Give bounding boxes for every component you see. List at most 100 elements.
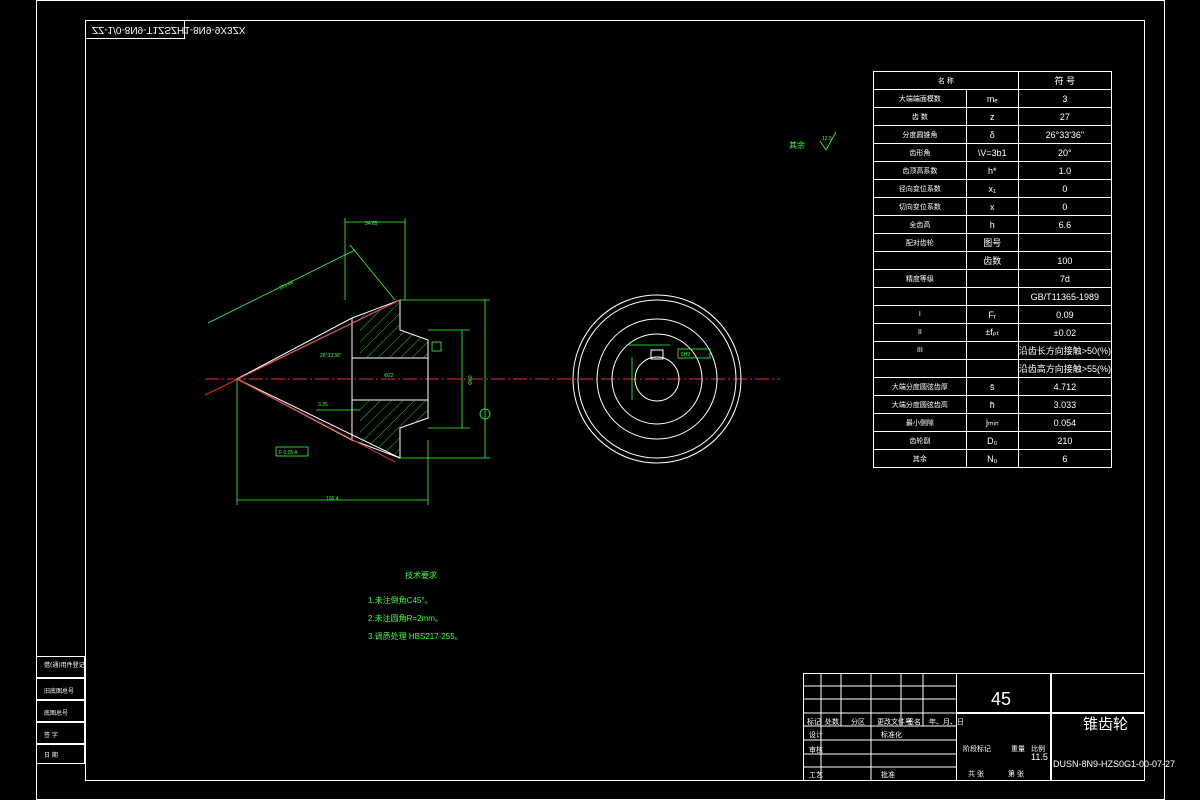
param-name: 其余: [873, 449, 967, 468]
param-sym: \V=3b1: [965, 143, 1019, 162]
param-val: 6: [1017, 449, 1113, 468]
param-name: 大端端面模数: [873, 89, 967, 108]
sheet-label: 共 张: [968, 771, 984, 778]
part-name: 锥齿轮: [1083, 717, 1129, 733]
roughness-value: 12.5: [822, 136, 832, 142]
param-sym: x: [965, 197, 1019, 216]
tech-requirements-title: 技术要求: [405, 571, 437, 580]
param-header: 名 称: [873, 71, 1019, 90]
param-val: 4.712: [1017, 377, 1113, 396]
param-row: GB/T11365-1989: [873, 287, 1113, 306]
param-val: 0.09: [1017, 305, 1113, 324]
param-val: 7d: [1017, 269, 1113, 288]
param-row: 切向变位系数 x 0: [873, 197, 1113, 216]
roughness-note: 其余: [789, 141, 805, 150]
param-sym: N₀: [965, 449, 1019, 468]
param-row: 精度等级 7d: [873, 269, 1113, 288]
param-name: 齿形角: [873, 143, 967, 162]
param-val: 3: [1017, 89, 1113, 108]
param-row: II ±fₚₜ ±0.02: [873, 323, 1113, 342]
param-val: 0: [1017, 179, 1113, 198]
param-val: 0: [1017, 197, 1113, 216]
drawing-number: DUSN-8N9-HZS0G1-00-07-27: [1053, 759, 1176, 769]
param-sym: h*: [965, 161, 1019, 180]
section-hatch-upper: [360, 302, 428, 358]
param-val: [1017, 233, 1113, 252]
param-sym: 图号: [965, 233, 1019, 252]
param-row: 分度圆锥角 δ 26°33'36": [873, 125, 1113, 144]
dimension-lines: [207, 218, 491, 505]
param-sym: z: [965, 107, 1019, 126]
param-row: I Fᵣ 0.09: [873, 305, 1113, 324]
param-sym: 齿数: [965, 251, 1019, 270]
param-sym: s̄: [965, 377, 1019, 396]
param-sym: δ: [965, 125, 1019, 144]
param-name: 大端分度圆弦齿高: [873, 395, 967, 414]
param-header: 符 号: [1017, 71, 1113, 90]
tech-requirement-item: 1.未注倒角C45°。: [368, 596, 433, 605]
param-name: [873, 287, 967, 306]
dim-label: Φ22: [384, 373, 394, 379]
param-sym: D₀: [965, 431, 1019, 450]
param-val: 26°33'36": [1017, 125, 1113, 144]
param-sym: ±fₚₜ: [965, 323, 1019, 342]
param-val: 0.054: [1017, 413, 1113, 432]
param-val: GB/T11365-1989: [1017, 287, 1113, 306]
param-row: III 沿齿长方向接触>50(%): [873, 341, 1113, 360]
param-name: 配对齿轮: [873, 233, 967, 252]
param-sym: jₘᵢₙ: [965, 413, 1019, 432]
tolerance-frame: F 0.05 A: [279, 450, 298, 456]
param-val: 6.6: [1017, 215, 1113, 234]
stage-label: 重量: [1011, 746, 1025, 753]
param-row: 其余 N₀ 6: [873, 449, 1113, 468]
param-val: ±0.02: [1017, 323, 1113, 342]
param-row: 全齿高 h 6.6: [873, 215, 1113, 234]
tech-requirement-item: 3.调质处理 HBS217-255。: [368, 632, 463, 641]
param-val: 沿齿长方向接触>50(%): [1017, 341, 1113, 360]
param-row: 最小侧隙 jₘᵢₙ 0.054: [873, 413, 1113, 432]
weight: 11.5: [1031, 752, 1048, 762]
param-val: 27: [1017, 107, 1113, 126]
param-name: II: [873, 323, 967, 342]
param-name: 切向变位系数: [873, 197, 967, 216]
param-sym: [965, 359, 1019, 378]
dim-label: 103.46: [278, 280, 295, 292]
param-sym: [965, 287, 1019, 306]
stage-label: 阶段标记: [963, 746, 991, 753]
param-sym: x₁: [965, 179, 1019, 198]
param-row: 径向变位系数 x₁ 0: [873, 179, 1113, 198]
param-sym: [965, 341, 1019, 360]
param-name: 齿轮副: [873, 431, 967, 450]
section-hatch-lower: [360, 400, 428, 456]
gear-parameter-table: 名 称符 号 大端端面模数 mₑ 3 齿 数 z 27 分度圆锥角 δ 26°33'36" 齿形角…: [873, 71, 1113, 468]
param-name: 精度等级: [873, 269, 967, 288]
param-name: III: [873, 341, 967, 360]
param-row: 齿 数 z 27: [873, 107, 1113, 126]
param-name: I: [873, 305, 967, 324]
param-row: 齿形角 \V=3b1 20°: [873, 143, 1113, 162]
param-sym: Fᵣ: [965, 305, 1019, 324]
param-sym: mₑ: [965, 89, 1019, 108]
param-name: 齿 数: [873, 107, 967, 126]
param-name: [873, 359, 967, 378]
param-val: 3.033: [1017, 395, 1113, 414]
param-name: 分度圆锥角: [873, 125, 967, 144]
param-row: 齿数 100: [873, 251, 1113, 270]
param-row: 大端分度圆弦齿厚 s̄ 4.712: [873, 377, 1113, 396]
param-val: 100: [1017, 251, 1113, 270]
param-val: 1.0: [1017, 161, 1113, 180]
param-val: 20°: [1017, 143, 1113, 162]
dim-label: 34.65: [365, 221, 378, 227]
param-sym: [965, 269, 1019, 288]
param-name: 齿顶高系数: [873, 161, 967, 180]
param-name: [873, 251, 967, 270]
param-sym: h: [965, 215, 1019, 234]
dim-label: 3.35: [318, 402, 328, 408]
dim-label: Φ60: [468, 375, 474, 385]
sheet-label: 第 张: [1008, 771, 1024, 778]
param-row: 齿轮副 D₀ 210: [873, 431, 1113, 450]
param-row: 齿顶高系数 h* 1.0: [873, 161, 1113, 180]
dim-label: 26°33'36": [320, 353, 342, 359]
param-name: 全齿高: [873, 215, 967, 234]
param-val: 210: [1017, 431, 1113, 450]
